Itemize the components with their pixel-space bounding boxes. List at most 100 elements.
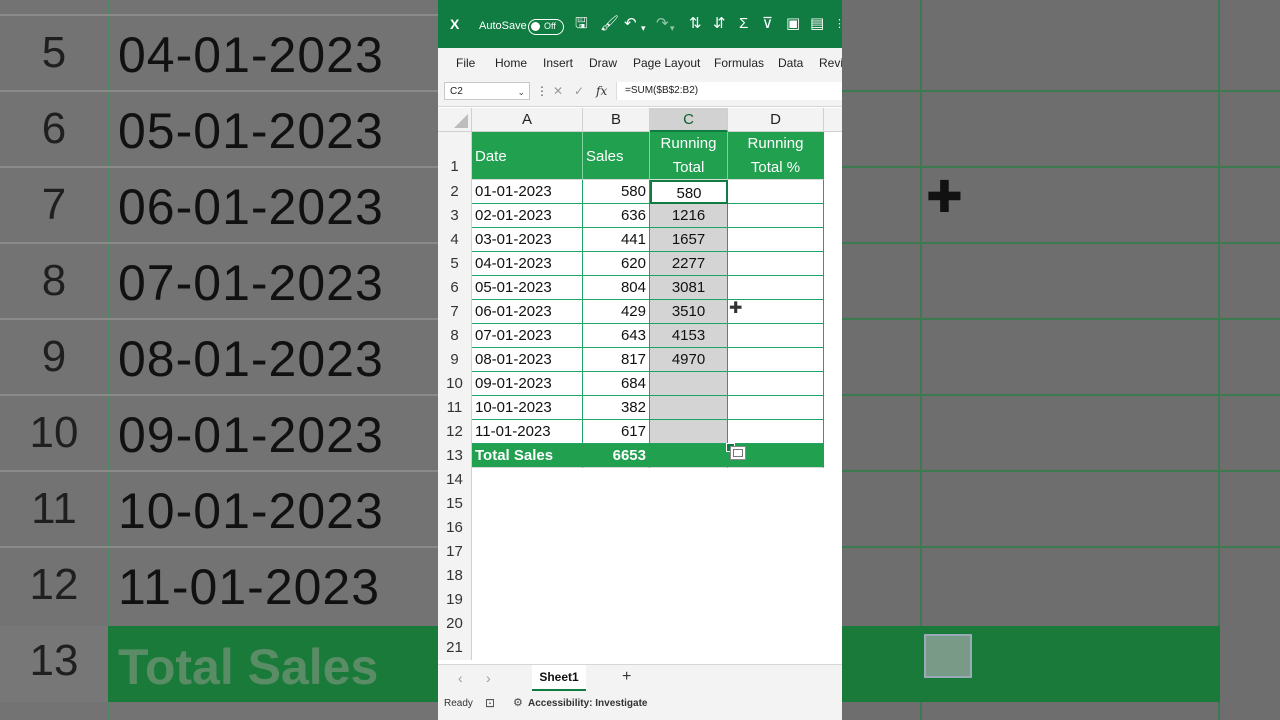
date-cell[interactable]: 04-01-2023 [472,252,583,276]
date-cell[interactable]: 10-01-2023 [472,396,583,420]
column-header-d[interactable]: D [728,108,824,132]
macro-recorder-icon[interactable]: ⊡ [485,696,495,710]
redo-dropdown-icon[interactable]: ▾ [670,18,675,38]
row-header[interactable]: 18 [438,564,472,588]
undo-dropdown-icon[interactable]: ▾ [641,18,646,38]
running-pct-cell[interactable] [728,420,824,444]
date-cell[interactable]: 11-01-2023 [472,420,583,444]
running-total-cell[interactable]: 4970 [650,348,728,372]
sort-ascending-icon[interactable]: ⇅ [689,14,702,34]
sales-cell[interactable]: 580 [583,180,650,204]
format-painter-icon[interactable]: 🖌 [600,14,619,34]
total-value-cell[interactable]: 6653 [583,444,650,468]
row-header[interactable]: 13 [438,444,472,468]
sales-cell[interactable]: 382 [583,396,650,420]
column-header-c[interactable]: C [650,108,728,132]
sales-cell[interactable]: 620 [583,252,650,276]
row-header[interactable]: 21 [438,636,472,660]
row-header[interactable]: 3 [438,204,472,228]
running-pct-cell[interactable] [728,204,824,228]
column-header-b[interactable]: B [583,108,650,132]
running-total-cell[interactable] [650,396,728,420]
row-header[interactable]: 7 [438,300,472,324]
sales-cell[interactable]: 636 [583,204,650,228]
accessibility-icon[interactable]: ⚙ [513,696,523,709]
active-cell-c2[interactable]: 580 [650,180,728,204]
form-icon[interactable]: ▤ [810,14,824,34]
row-header[interactable]: 6 [438,276,472,300]
sales-cell[interactable]: 684 [583,372,650,396]
running-total-cell[interactable] [650,372,728,396]
prev-sheet-icon[interactable]: ‹ [458,670,463,686]
running-total-cell[interactable]: 1657 [650,228,728,252]
tab-insert[interactable]: Insert [543,56,573,70]
running-pct-cell[interactable] [728,324,824,348]
date-cell[interactable]: 01-01-2023 [472,180,583,204]
tab-draw[interactable]: Draw [589,56,617,70]
redo-icon[interactable]: ↷ [656,14,669,34]
header-cell-running-total[interactable]: Running Total [650,132,728,180]
autosave-toggle[interactable]: Off [528,19,564,35]
sales-cell[interactable]: 617 [583,420,650,444]
sales-cell[interactable]: 643 [583,324,650,348]
total-running-cell[interactable] [650,444,728,468]
running-total-cell[interactable] [650,420,728,444]
date-cell[interactable]: 06-01-2023 [472,300,583,324]
tab-file[interactable]: File [456,56,475,70]
running-pct-cell[interactable] [728,348,824,372]
name-box[interactable]: C2 ⌄ [444,82,530,100]
more-options-icon[interactable]: ⋮ [536,84,548,98]
row-header[interactable]: 5 [438,252,472,276]
row-header[interactable]: 11 [438,396,472,420]
running-pct-cell[interactable] [728,180,824,204]
running-total-cell[interactable]: 4153 [650,324,728,348]
sales-cell[interactable]: 429 [583,300,650,324]
row-header[interactable]: 14 [438,468,472,492]
running-pct-cell[interactable] [728,228,824,252]
sales-cell[interactable]: 804 [583,276,650,300]
running-pct-cell[interactable] [728,396,824,420]
sales-cell[interactable]: 817 [583,348,650,372]
sales-cell[interactable]: 441 [583,228,650,252]
row-header[interactable]: 12 [438,420,472,444]
row-header[interactable]: 15 [438,492,472,516]
select-all-corner[interactable] [438,108,472,132]
running-pct-cell[interactable] [728,276,824,300]
filter-icon[interactable]: ⊽ [762,14,773,34]
tab-data[interactable]: Data [778,56,803,70]
row-header[interactable]: 10 [438,372,472,396]
more-icon[interactable]: ⋮ [834,14,842,34]
add-sheet-button[interactable]: + [622,668,631,686]
running-pct-cell[interactable] [728,252,824,276]
row-header[interactable]: 16 [438,516,472,540]
date-cell[interactable]: 02-01-2023 [472,204,583,228]
autosum-icon[interactable]: Σ [739,14,748,34]
paste-special-icon[interactable]: ▣ [786,14,800,34]
row-header[interactable]: 8 [438,324,472,348]
header-cell-sales[interactable]: Sales [583,132,650,180]
date-cell[interactable]: 09-01-2023 [472,372,583,396]
header-cell-running-total-pct[interactable]: Running Total % [728,132,824,180]
row-header[interactable]: 2 [438,180,472,204]
date-cell[interactable]: 05-01-2023 [472,276,583,300]
date-cell[interactable]: 08-01-2023 [472,348,583,372]
save-icon[interactable]: 🖫 [575,14,588,34]
quick-analysis-icon[interactable] [730,446,746,460]
running-pct-cell[interactable] [728,372,824,396]
running-total-cell[interactable]: 3081 [650,276,728,300]
running-total-cell[interactable]: 3510 [650,300,728,324]
insert-function-icon[interactable]: fx [596,84,607,98]
total-label-cell[interactable]: Total Sales [472,444,583,468]
date-cell[interactable]: 07-01-2023 [472,324,583,348]
tab-formulas[interactable]: Formulas [714,56,764,70]
next-sheet-icon[interactable]: › [486,670,491,686]
date-cell[interactable]: 03-01-2023 [472,228,583,252]
running-total-cell[interactable]: 2277 [650,252,728,276]
accessibility-status[interactable]: Accessibility: Investigate [528,698,648,709]
sort-descending-icon[interactable]: ⇵ [713,14,726,34]
row-header[interactable]: 19 [438,588,472,612]
header-cell-date[interactable]: Date [472,132,583,180]
tab-home[interactable]: Home [495,56,527,70]
cancel-icon[interactable]: ✕ [553,84,563,98]
chevron-down-icon[interactable]: ⌄ [517,83,525,101]
